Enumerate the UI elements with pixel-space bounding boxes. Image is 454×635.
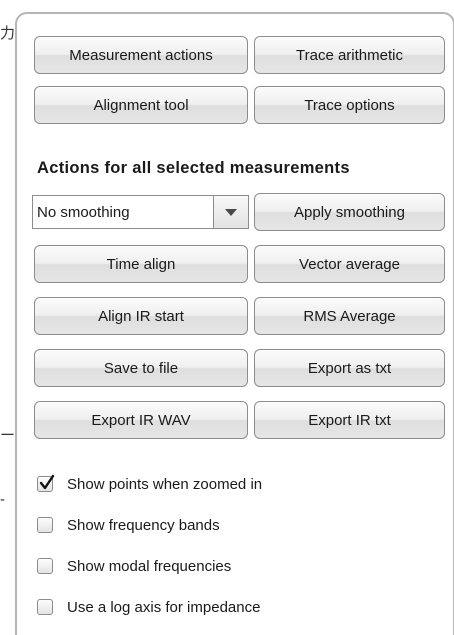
trace-options-button[interactable]: Trace options <box>254 86 445 124</box>
vector-average-button[interactable]: Vector average <box>254 245 445 283</box>
show-modal-frequencies-checkbox-row[interactable]: Show modal frequencies <box>37 555 231 577</box>
show-modal-frequencies-label: Show modal frequencies <box>67 557 232 575</box>
show-frequency-bands-label: Show frequency bands <box>67 516 220 534</box>
log-axis-impedance-checkbox-row[interactable]: Use a log axis for impedance <box>37 596 260 618</box>
smoothing-select-value: No smoothing <box>37 203 130 221</box>
rms-average-button[interactable]: RMS Average <box>254 297 445 335</box>
measurement-actions-button[interactable]: Measurement actions <box>34 36 248 74</box>
trace-arithmetic-button[interactable]: Trace arithmetic <box>254 36 445 74</box>
show-frequency-bands-checkbox[interactable] <box>37 517 53 533</box>
section-heading: Actions for all selected measurements <box>37 159 350 177</box>
check-icon <box>39 474 55 490</box>
export-ir-wav-button[interactable]: Export IR WAV <box>34 401 248 439</box>
show-points-label: Show points when zoomed in <box>67 475 263 493</box>
show-modal-frequencies-checkbox[interactable] <box>37 558 53 574</box>
stray-glyph: ー <box>0 427 16 444</box>
log-axis-impedance-label: Use a log axis for impedance <box>67 598 261 616</box>
stray-glyph: - <box>0 491 5 508</box>
measurement-panel: Measurement actions Trace arithmetic Ali… <box>15 12 454 635</box>
smoothing-select[interactable]: No smoothing <box>32 195 249 229</box>
show-frequency-bands-checkbox-row[interactable]: Show frequency bands <box>37 514 220 536</box>
export-ir-txt-button[interactable]: Export IR txt <box>254 401 445 439</box>
log-axis-impedance-checkbox[interactable] <box>37 599 53 615</box>
chevron-down-icon[interactable] <box>213 196 248 228</box>
stray-glyph: 力 <box>0 25 16 42</box>
show-points-checkbox-row[interactable]: Show points when zoomed in <box>37 473 262 495</box>
apply-smoothing-button[interactable]: Apply smoothing <box>254 193 445 231</box>
show-points-checkbox[interactable] <box>37 474 55 492</box>
save-to-file-button[interactable]: Save to file <box>34 349 248 387</box>
align-ir-start-button[interactable]: Align IR start <box>34 297 248 335</box>
window: 力 ー - Measurement actions Trace arithmet… <box>0 0 454 635</box>
time-align-button[interactable]: Time align <box>34 245 248 283</box>
alignment-tool-button[interactable]: Alignment tool <box>34 86 248 124</box>
export-as-txt-button[interactable]: Export as txt <box>254 349 445 387</box>
